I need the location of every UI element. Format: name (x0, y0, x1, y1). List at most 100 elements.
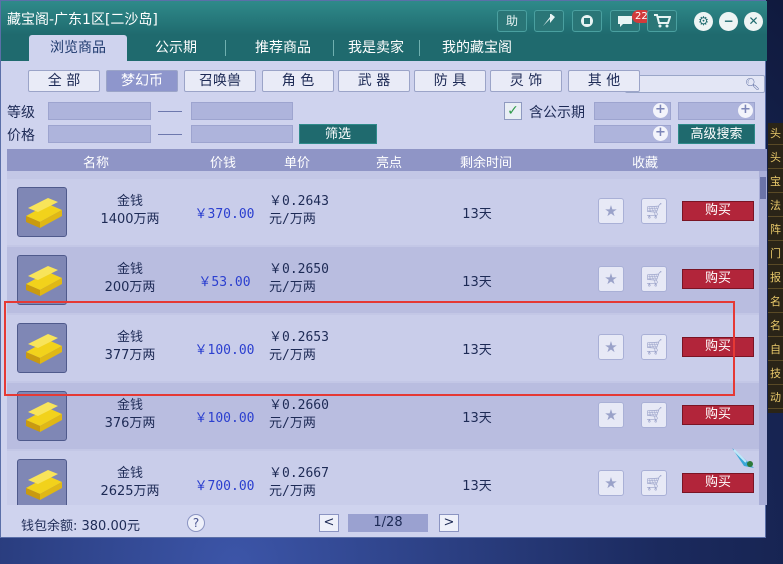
range-dash (158, 134, 182, 135)
level-min-input[interactable] (48, 102, 151, 120)
side-item[interactable]: 技 (768, 363, 783, 385)
table-header: 名称 价钱 单价 亮点 剩余时间 收藏 (7, 149, 767, 171)
share-button[interactable] (534, 10, 564, 32)
side-item[interactable]: 头 (768, 123, 783, 145)
help-icon[interactable]: ? (187, 514, 205, 532)
price-label: 价格 (7, 128, 35, 144)
cart-button[interactable] (647, 10, 677, 32)
header-price: 价钱 (210, 156, 237, 171)
category-roles[interactable]: 角 色 (262, 70, 334, 92)
table-row[interactable]: 金钱 377万两 ￥100.00 ￥0.2653 元/万两 13天 ★ 🛒︎ 购买 (7, 315, 759, 381)
favorite-star-icon[interactable]: ★ (598, 266, 624, 292)
close-button[interactable]: ✕ (744, 12, 763, 31)
side-item[interactable]: 法 (768, 195, 783, 217)
tab-public-period[interactable]: 公示期 (131, 35, 221, 61)
side-item[interactable]: 名 (768, 291, 783, 313)
range-dash (158, 111, 182, 112)
add-to-cart-icon[interactable]: 🛒︎ (641, 402, 667, 428)
advanced-search-button[interactable]: 高级搜索 (678, 124, 755, 144)
favorite-star-icon[interactable]: ★ (598, 334, 624, 360)
favorite-star-icon[interactable]: ★ (598, 470, 624, 496)
favorite-star-icon[interactable]: ★ (598, 198, 624, 224)
pet-feather-icon[interactable] (730, 444, 756, 470)
add-icon[interactable]: + (738, 103, 753, 118)
side-item[interactable]: 名 (768, 315, 783, 337)
side-item[interactable]: 门 (768, 243, 783, 265)
side-item[interactable]: 头 (768, 147, 783, 169)
tab-my-treasure[interactable]: 我的藏宝阁 (425, 35, 529, 61)
add-to-cart-icon[interactable]: 🛒︎ (641, 334, 667, 360)
table-scrollbar[interactable] (759, 171, 767, 505)
wallet-balance: 钱包余额: 380.00元 (21, 519, 140, 534)
favorite-star-icon[interactable]: ★ (598, 402, 624, 428)
buy-button[interactable]: 购买 (682, 405, 754, 425)
tab-divider (225, 40, 226, 56)
side-item[interactable]: 阵 (768, 219, 783, 241)
scrollbar-thumb[interactable] (760, 177, 766, 199)
item-price: ￥100.00 (194, 411, 255, 426)
item-remaining: 13天 (462, 479, 492, 494)
tab-browse[interactable]: 浏览商品 (29, 35, 127, 61)
category-weapons[interactable]: 武 器 (338, 70, 410, 92)
category-accessories[interactable]: 灵 饰 (490, 70, 562, 92)
next-page-button[interactable]: > (439, 514, 459, 532)
share-icon (543, 13, 555, 26)
table-row[interactable]: 金钱 1400万两 ￥370.00 ￥0.2643 元/万两 13天 ★ 🛒︎ 购买 (7, 179, 759, 245)
category-all[interactable]: 全 部 (28, 70, 100, 92)
side-item[interactable]: 报 (768, 267, 783, 289)
buy-button[interactable]: 购买 (682, 201, 754, 221)
side-item[interactable]: 自 (768, 339, 783, 361)
gold-ingot-icon (17, 255, 67, 305)
add-to-cart-icon[interactable]: 🛒︎ (641, 198, 667, 224)
cart-icon (654, 14, 672, 28)
side-item[interactable]: 宝 (768, 171, 783, 193)
add-to-cart-icon[interactable]: 🛒︎ (641, 266, 667, 292)
item-unit-price: ￥0.2667 元/万两 (269, 465, 359, 501)
buy-button[interactable]: 购买 (682, 337, 754, 357)
item-price: ￥700.00 (194, 479, 255, 494)
level-label: 等级 (7, 105, 35, 121)
price-min-input[interactable] (48, 125, 151, 143)
add-icon[interactable]: + (653, 126, 668, 141)
item-remaining: 13天 (462, 343, 492, 358)
table-row[interactable]: 金钱 376万两 ￥100.00 ￥0.2660 元/万两 13天 ★ 🛒︎ 购买 (7, 383, 759, 449)
item-name: 金钱 (116, 330, 143, 345)
category-currency[interactable]: 梦幻币 (106, 70, 178, 92)
tab-strip: 浏览商品 公示期 推荐商品 我是卖家 我的藏宝阁 🔍︎ (1, 35, 767, 93)
settings-button[interactable]: ⚙ (694, 12, 713, 31)
header-highlight: 亮点 (376, 156, 403, 171)
side-game-panel: 头 头 宝 法 阵 门 报 名 名 自 技 动 (768, 123, 783, 413)
help-button[interactable]: 助 (497, 10, 527, 32)
buy-button[interactable]: 购买 (682, 269, 754, 289)
item-name-cell: 金钱 2625万两 (85, 465, 175, 501)
category-pets[interactable]: 召唤兽 (184, 70, 256, 92)
header-remaining: 剩余时间 (460, 156, 513, 171)
stop-button[interactable] (572, 10, 602, 32)
unit-price-value: ￥0.2643 (269, 194, 329, 209)
add-icon[interactable]: + (653, 103, 668, 118)
side-item[interactable]: 动 (768, 387, 783, 409)
table-row[interactable]: 金钱 200万两 ￥53.00 ￥0.2650 元/万两 13天 ★ 🛒︎ 购买 (7, 247, 759, 313)
price-max-input[interactable] (191, 125, 293, 143)
tab-recommended[interactable]: 推荐商品 (233, 35, 333, 61)
tab-seller[interactable]: 我是卖家 (335, 35, 417, 61)
tab-divider (419, 40, 420, 56)
filter-button[interactable]: 筛选 (299, 124, 377, 144)
level-max-input[interactable] (191, 102, 293, 120)
category-armor[interactable]: 防 具 (414, 70, 486, 92)
title-bar: 藏宝阁-广东1区[二沙岛] 助 22 ⚙ − ✕ (1, 1, 767, 35)
item-price: ￥370.00 (194, 207, 255, 222)
table-row[interactable]: 金钱 2625万两 ￥700.00 ￥0.2667 元/万两 13天 ★ 🛒︎ 购买 (7, 451, 759, 505)
unit-price-value: ￥0.2650 (269, 262, 329, 277)
search-input[interactable]: 🔍︎ (625, 75, 765, 93)
item-unit-price: ￥0.2660 元/万两 (269, 397, 359, 433)
prev-page-button[interactable]: < (319, 514, 339, 532)
buy-button[interactable]: 购买 (682, 473, 754, 493)
minimize-button[interactable]: − (719, 12, 738, 31)
public-period-checkbox[interactable]: ✓ (504, 102, 522, 120)
item-amount: 2625万两 (100, 484, 160, 499)
item-name: 金钱 (116, 262, 143, 277)
add-to-cart-icon[interactable]: 🛒︎ (641, 470, 667, 496)
treasure-window: 藏宝阁-广东1区[二沙岛] 助 22 ⚙ − ✕ 浏览商品 公示期 推荐商品 我… (0, 0, 767, 538)
category-other[interactable]: 其 他 (568, 70, 640, 92)
